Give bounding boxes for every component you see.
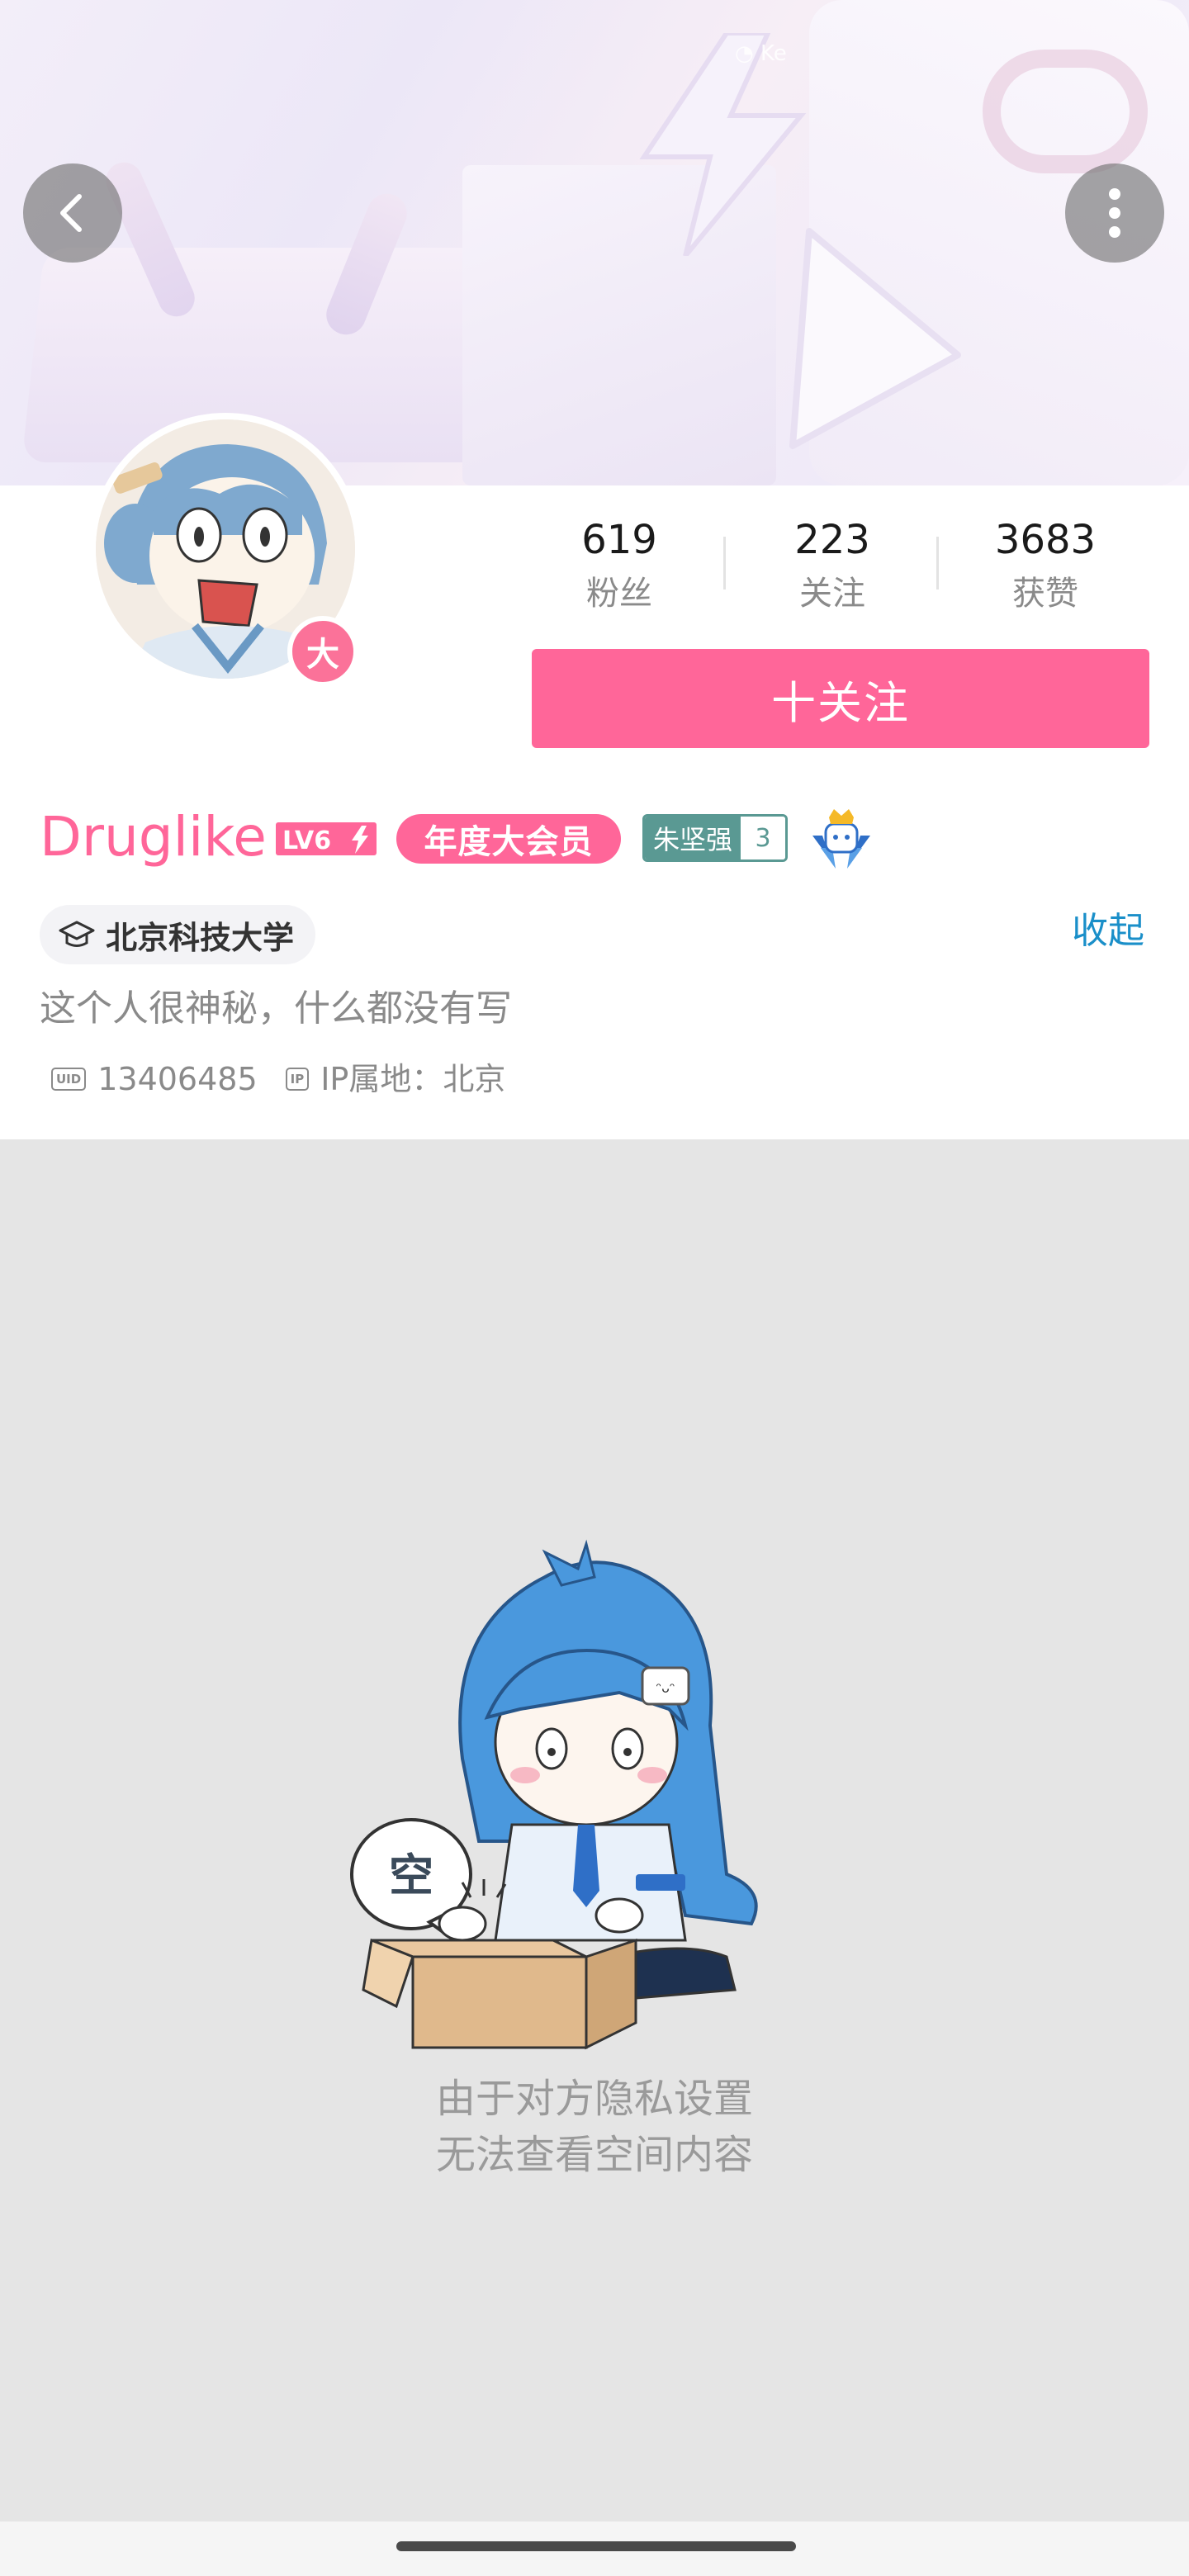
stat-value: 3683: [994, 517, 1097, 563]
school-tag[interactable]: 北京科技大学: [40, 905, 316, 964]
stat-label: 粉丝: [586, 575, 652, 613]
ip-icon: IP: [285, 1068, 310, 1091]
stat-likes[interactable]: 3683 获赞: [963, 510, 1128, 618]
annual-vip-tag[interactable]: 年度大会员: [396, 814, 621, 864]
mascot-pendant-icon[interactable]: [806, 803, 877, 874]
level-text: LV6: [282, 826, 331, 855]
meta-row: UID 13406485 IP IP属地：北京: [51, 1058, 505, 1100]
more-vertical-icon: [1109, 188, 1120, 238]
ip-location: IP属地：北京: [320, 1061, 506, 1097]
vip-badge: 大: [287, 616, 358, 687]
stat-label: 获赞: [1012, 575, 1078, 613]
uid-icon: UID: [51, 1068, 87, 1091]
school-name: 北京科技大学: [106, 919, 295, 956]
empty-state-illustration: 空 ᵔᴗᵔ: [350, 1539, 758, 2050]
svg-text:ᵔᴗᵔ: ᵔᴗᵔ: [656, 1680, 675, 1696]
uid-value: 13406485: [97, 1061, 258, 1097]
profile-page: ◔ Ke 大 619 粉丝 223 关注 3683 获赞 十关注 Druglik…: [0, 0, 1189, 2576]
stat-divider: [936, 537, 939, 590]
empty-line-2: 无法查看空间内容: [435, 2132, 753, 2178]
banner-logo: ◔ Ke: [735, 41, 787, 66]
medal-name: 朱坚强: [645, 817, 741, 859]
medal-level: 3: [741, 817, 786, 859]
fan-medal[interactable]: 朱坚强 3: [642, 814, 789, 862]
empty-line-1: 由于对方隐私设置: [435, 2076, 753, 2122]
stat-fans[interactable]: 619 粉丝: [537, 510, 702, 618]
profile-banner: ◔ Ke: [0, 0, 1189, 485]
more-options-button[interactable]: [1065, 163, 1164, 263]
stat-label: 关注: [799, 575, 865, 613]
bio-text: 这个人很神秘，什么都没有写: [40, 987, 512, 1030]
bubble-text: 空: [389, 1849, 433, 1901]
follow-button[interactable]: 十关注: [532, 649, 1149, 748]
banner-play-decoration: [789, 228, 961, 449]
graduation-cap-icon: [59, 921, 95, 947]
back-button[interactable]: [23, 163, 122, 263]
empty-state-message: 由于对方隐私设置 无法查看空间内容: [0, 2071, 1189, 2183]
stat-following[interactable]: 223 关注: [750, 510, 915, 618]
home-indicator[interactable]: [396, 2541, 796, 2551]
chevron-left-icon: [60, 194, 82, 232]
stat-value: 619: [581, 517, 657, 563]
stat-divider: [723, 537, 726, 590]
username: Druglike: [40, 805, 267, 869]
level-badge: LV6: [276, 822, 377, 855]
stat-value: 223: [794, 517, 870, 563]
banner-ring-decoration: [983, 50, 1148, 173]
collapse-link[interactable]: 收起: [1072, 905, 1144, 958]
